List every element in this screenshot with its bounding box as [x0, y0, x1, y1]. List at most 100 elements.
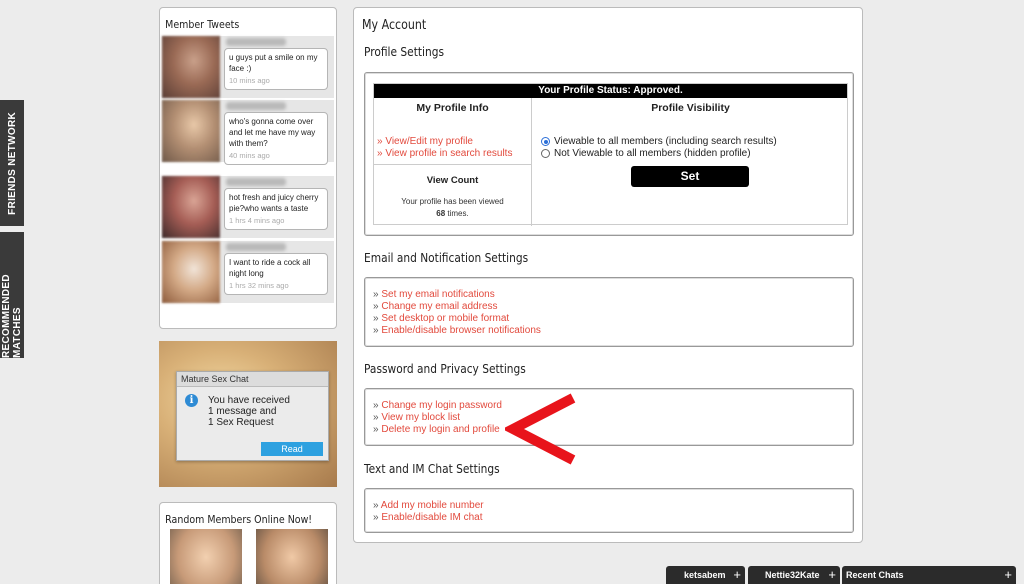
- tweet-username[interactable]: [226, 102, 286, 110]
- desktop-mobile-format-link[interactable]: » Set desktop or mobile format: [373, 313, 853, 325]
- tweet-item[interactable]: who's gonna come over and let me have my…: [162, 100, 334, 165]
- random-members-title: Random Members Online Now!: [165, 513, 313, 526]
- tweet-avatar[interactable]: [162, 176, 220, 238]
- ad-line: You have received: [208, 395, 290, 406]
- ad-line: 1 message and: [208, 406, 277, 417]
- profile-status-bar: Your Profile Status: Approved.: [374, 84, 847, 98]
- profile-info-heading: My Profile Info: [416, 102, 489, 114]
- privacy-settings-box: » Change my login password » View my blo…: [364, 388, 854, 446]
- ad-dialog[interactable]: Mature Sex Chat i You have received 1 me…: [176, 371, 329, 461]
- email-settings-heading: Email and Notification Settings: [364, 250, 529, 265]
- random-members-panel: Random Members Online Now!: [159, 502, 337, 584]
- recommended-matches-tab[interactable]: RECOMMENDED MATCHES: [0, 232, 24, 358]
- email-settings-box: » Set my email notifications » Change my…: [364, 277, 854, 347]
- visibility-option-hidden[interactable]: Not Viewable to all members (hidden prof…: [541, 148, 751, 159]
- option-label: Viewable to all members (including searc…: [554, 136, 777, 147]
- link-text: Add my mobile number: [380, 500, 484, 511]
- member-photo[interactable]: [170, 529, 242, 584]
- link-text: View profile in search results: [385, 148, 513, 159]
- view-count-heading: View Count: [426, 175, 479, 186]
- chat-tab-name: ketsabem: [684, 570, 726, 580]
- my-account-panel: My Account Profile Settings Your Profile…: [353, 7, 863, 543]
- member-tweets-panel: Member Tweets u guys put a smile on my f…: [159, 7, 337, 329]
- chat-tab-name: Recent Chats: [846, 570, 904, 580]
- radio-unselected[interactable]: [541, 149, 550, 158]
- profile-settings-box: Your Profile Status: Approved. My Profil…: [364, 72, 854, 236]
- tweet-username[interactable]: [226, 38, 286, 46]
- link-arrow: »: [373, 412, 379, 423]
- tweet-time: 40 mins ago: [229, 151, 270, 160]
- view-edit-profile-link[interactable]: » View/Edit my profile: [377, 136, 512, 148]
- im-chat-toggle-link[interactable]: » Enable/disable IM chat: [373, 512, 853, 524]
- view-count-suffix: times.: [447, 209, 469, 218]
- tweet-time: 10 mins ago: [229, 76, 270, 85]
- tweet-avatar[interactable]: [162, 100, 220, 162]
- tweet-item[interactable]: I want to ride a cock all night long 1 hr…: [162, 241, 334, 303]
- tweet-item[interactable]: u guys put a smile on my face :) 10 mins …: [162, 36, 334, 98]
- ad-title: Mature Sex Chat: [177, 372, 328, 387]
- set-button[interactable]: Set: [631, 166, 749, 187]
- radio-selected[interactable]: [541, 137, 550, 146]
- email-notifications-link[interactable]: » Set my email notifications: [373, 289, 853, 301]
- delete-profile-link[interactable]: » Delete my login and profile: [373, 424, 853, 436]
- tweet-text: I want to ride a cock all night long: [229, 258, 311, 278]
- link-arrow: »: [373, 313, 379, 324]
- tweet-text: hot fresh and juicy cherry pie?who wants…: [229, 193, 319, 213]
- privacy-settings-heading: Password and Privacy Settings: [364, 361, 526, 376]
- profile-info-column: My Profile Info » View/Edit my profile »…: [374, 98, 532, 226]
- link-text: Change my login password: [381, 400, 502, 411]
- profile-table: Your Profile Status: Approved. My Profil…: [373, 83, 849, 226]
- tweet-avatar[interactable]: [162, 36, 220, 98]
- change-password-link[interactable]: » Change my login password: [373, 400, 853, 412]
- tweet-time: 1 hrs 32 mins ago: [229, 281, 289, 290]
- red-arrow-annotation-icon: [505, 393, 576, 465]
- link-arrow: »: [373, 400, 379, 411]
- tweet-text: u guys put a smile on my face :): [229, 53, 318, 73]
- page-title: My Account: [362, 18, 427, 33]
- friends-network-tab[interactable]: FRIENDS NETWORK: [0, 100, 24, 226]
- plus-icon[interactable]: +: [733, 566, 741, 584]
- link-arrow: »: [373, 301, 379, 312]
- ad-line: 1 Sex Request: [208, 417, 274, 428]
- tweet-bubble: hot fresh and juicy cherry pie?who wants…: [224, 188, 328, 230]
- chat-tab-name: Nettie32Kate: [765, 570, 820, 580]
- member-photo[interactable]: [256, 529, 328, 584]
- info-icon: i: [185, 394, 198, 407]
- change-email-link[interactable]: » Change my email address: [373, 301, 853, 313]
- im-settings-box: » Add my mobile number » Enable/disable …: [364, 488, 854, 533]
- link-text: View/Edit my profile: [385, 136, 473, 147]
- tweet-username[interactable]: [226, 243, 286, 251]
- browser-notifications-link[interactable]: » Enable/disable browser notifications: [373, 325, 853, 337]
- friends-network-label: FRIENDS NETWORK: [6, 111, 18, 215]
- profile-visibility-column: Profile Visibility Viewable to all membe…: [532, 98, 849, 226]
- link-text: Set my email notifications: [381, 289, 495, 300]
- view-count-section: View Count Your profile has been viewed …: [374, 164, 531, 220]
- link-arrow: »: [373, 289, 379, 300]
- im-settings-heading: Text and IM Chat Settings: [364, 461, 500, 476]
- chat-tab-ketsabem[interactable]: ketsabem +: [666, 566, 745, 584]
- visibility-option-viewable[interactable]: Viewable to all members (including searc…: [541, 136, 777, 147]
- member-tweets-title: Member Tweets: [165, 18, 240, 31]
- view-profile-search-link[interactable]: » View profile in search results: [377, 148, 512, 160]
- tweet-avatar[interactable]: [162, 241, 220, 303]
- recent-chats-tab[interactable]: Recent Chats +: [842, 566, 1016, 584]
- chat-tab-nettie32kate[interactable]: Nettie32Kate +: [748, 566, 840, 584]
- option-label: Not Viewable to all members (hidden prof…: [554, 148, 751, 159]
- plus-icon[interactable]: +: [828, 566, 836, 584]
- link-arrow: »: [373, 500, 379, 511]
- link-arrow: »: [377, 148, 383, 159]
- tweet-item[interactable]: hot fresh and juicy cherry pie?who wants…: [162, 176, 334, 238]
- add-mobile-link[interactable]: » Add my mobile number: [373, 500, 853, 512]
- tweet-username[interactable]: [226, 178, 286, 186]
- plus-icon[interactable]: +: [1004, 566, 1012, 584]
- link-text: Set desktop or mobile format: [381, 313, 510, 324]
- block-list-link[interactable]: » View my block list: [373, 412, 853, 424]
- recommended-matches-label: RECOMMENDED MATCHES: [1, 274, 23, 358]
- profile-settings-heading: Profile Settings: [364, 44, 445, 59]
- profile-visibility-heading: Profile Visibility: [651, 102, 730, 114]
- read-button[interactable]: Read: [261, 442, 323, 456]
- tweet-bubble: I want to ride a cock all night long 1 hr…: [224, 253, 328, 295]
- link-text: Delete my login and profile: [381, 424, 500, 435]
- link-text: Change my email address: [381, 301, 498, 312]
- tweet-bubble: who's gonna come over and let me have my…: [224, 112, 328, 165]
